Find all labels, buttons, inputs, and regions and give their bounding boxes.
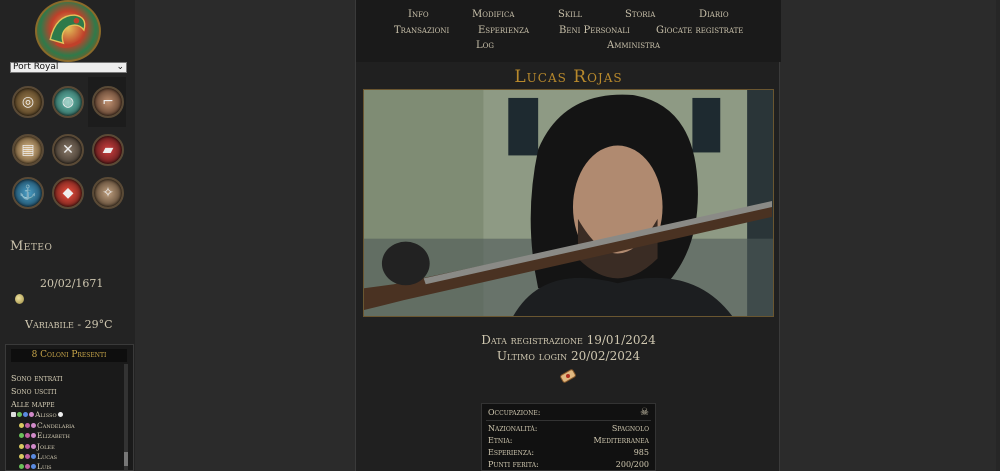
online-players-panel: 8 Coloni Presenti Sono entrati Sono usci… (5, 344, 134, 471)
character-name: Lucas Rojas (514, 67, 623, 87)
race-icon (25, 423, 30, 428)
site-logo[interactable] (35, 0, 101, 62)
menu-item-skill[interactable]: Skill (558, 9, 582, 20)
weather-heading: Meteo (10, 239, 53, 254)
sidebar: Port Royal ⌄ ◎ ◍ ⌐ ▤ ✕ ▰ ⚓ ◆ ✧ Meteo 20/… (0, 0, 135, 471)
all-maps-link[interactable]: Alle mappe (11, 400, 55, 409)
status-icon (17, 412, 22, 417)
anchor-icon[interactable]: ⚓ (12, 177, 44, 209)
race-icon (23, 412, 28, 417)
list-item[interactable]: Candelaria (19, 421, 75, 430)
menu-item-esperienza[interactable]: Esperienza (478, 25, 529, 36)
compass-map-icon[interactable]: ◎ (12, 86, 44, 118)
menu-item-modifica[interactable]: Modifica (472, 9, 514, 20)
experience-label: Esperienza: (488, 448, 535, 457)
registration-date: Data registrazione 19/01/2024 (481, 333, 656, 347)
status-icon (19, 433, 24, 438)
character-profile-panel: Info Modifica Skill Storia Diario Transa… (355, 0, 781, 471)
online-count-title: 8 Coloni Presenti (11, 349, 127, 362)
nationality-value: Spagnolo (611, 424, 649, 433)
user-name: Luis (37, 462, 52, 471)
menu-item-giocate-registrate[interactable]: Giocate registrate (656, 25, 743, 36)
menu-item-amministra[interactable]: Amministra (607, 40, 660, 51)
weather-date: 20/02/1671 (40, 277, 104, 290)
gender-icon (31, 464, 36, 469)
user-name: Lucas (37, 452, 58, 461)
menu-item-info[interactable]: Info (408, 9, 429, 20)
user-name: Alisso (35, 410, 57, 419)
list-item[interactable]: Jolee (19, 442, 55, 451)
menu-item-beni-personali[interactable]: Beni Personali (559, 25, 630, 36)
gender-icon (31, 423, 36, 428)
red-book-icon[interactable]: ▰ (92, 134, 124, 166)
bulb-icon (57, 412, 63, 417)
gender-icon (31, 433, 36, 438)
character-info-box: Occupazione: ☠ Nazionalità: Spagnolo Etn… (481, 403, 656, 471)
character-portrait (363, 89, 774, 317)
race-icon (25, 454, 30, 459)
red-gem-icon[interactable]: ◆ (52, 177, 84, 209)
map-icon (11, 412, 16, 417)
entered-link[interactable]: Sono entrati (11, 374, 63, 383)
status-icon (19, 464, 24, 469)
exited-link[interactable]: Sono usciti (11, 387, 57, 396)
profile-menu: Info Modifica Skill Storia Diario Transa… (356, 0, 781, 62)
menu-item-log[interactable]: Log (476, 40, 494, 51)
compass-rose-icon[interactable]: ✧ (92, 177, 124, 209)
list-item[interactable]: Luis (19, 462, 52, 471)
status-icon (19, 423, 24, 428)
menu-item-transazioni[interactable]: Transazioni (394, 25, 449, 36)
nationality-label: Nazionalità: (488, 424, 538, 433)
hit-points-value: 200/200 (615, 460, 649, 469)
spyglass-icon[interactable]: ⌐ (92, 86, 124, 118)
skull-crossbones-icon: ☠ (640, 407, 649, 418)
moon-icon (15, 294, 24, 304)
list-item[interactable]: Lucas (19, 452, 57, 461)
location-select[interactable]: Port Royal ⌄ (10, 62, 127, 73)
world-map-icon[interactable]: ◍ (52, 86, 84, 118)
hit-points-label: Punti ferita: (488, 460, 539, 469)
list-item[interactable]: Alisso (11, 410, 63, 419)
weather-description: Variabile - 29°C (25, 318, 113, 331)
chevron-down-icon: ⌄ (116, 62, 124, 72)
ethnicity-label: Etnia: (488, 436, 513, 445)
occupation-label: Occupazione: (488, 408, 541, 417)
user-name: Elizabeth (37, 431, 70, 440)
user-name: Jolee (37, 442, 55, 451)
race-icon (25, 444, 30, 449)
scroll-icon[interactable] (558, 368, 578, 384)
race-icon (25, 464, 30, 469)
gender-icon (31, 444, 36, 449)
menu-item-storia[interactable]: Storia (625, 9, 655, 20)
location-select-value: Port Royal (13, 62, 59, 72)
menu-item-diario[interactable]: Diario (699, 9, 729, 20)
gender-icon (29, 412, 34, 417)
list-item[interactable]: Elizabeth (19, 431, 70, 440)
race-icon (25, 433, 30, 438)
status-icon (19, 454, 24, 459)
ethnicity-value: Mediterranea (593, 436, 649, 445)
parchment-icon[interactable]: ▤ (12, 134, 44, 166)
crossed-swords-icon[interactable]: ✕ (52, 134, 84, 166)
status-icon (19, 444, 24, 449)
divider (486, 420, 651, 421)
online-list-scroll-thumb[interactable] (124, 452, 128, 466)
page-scrollbar[interactable] (996, 0, 1000, 471)
user-name: Candelaria (37, 421, 75, 430)
last-login: Ultimo login 20/02/2024 (496, 349, 641, 363)
experience-value: 985 (633, 448, 649, 457)
gender-icon (31, 454, 36, 459)
